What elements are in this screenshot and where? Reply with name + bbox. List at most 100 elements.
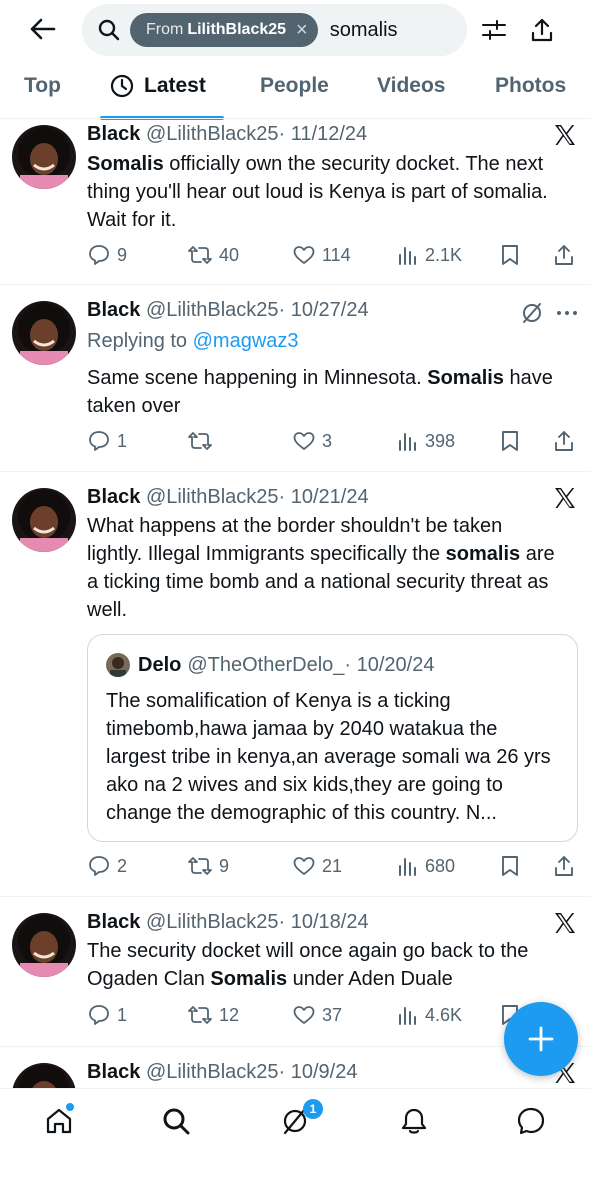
quote-text: The somalification of Kenya is a ticking… (106, 690, 551, 824)
reply-button[interactable]: 1 (87, 1000, 127, 1030)
user-handle[interactable]: @LilithBlack25 (146, 1061, 279, 1083)
repost-button[interactable]: 9 (187, 851, 229, 881)
tab-top[interactable]: Top (24, 74, 61, 98)
user-handle[interactable]: @LilithBlack25 (146, 911, 279, 933)
tweet-text-before: What happens at the border shouldn't be … (87, 515, 503, 565)
reply-button[interactable]: 1 (87, 426, 127, 456)
tweet[interactable]: Black @LilithBlack25· 10/18/24 The secur… (0, 897, 591, 1047)
like-button[interactable]: 21 (292, 851, 342, 881)
back-arrow-icon[interactable] (26, 12, 60, 46)
like-button[interactable]: 37 (292, 1000, 342, 1030)
views-button[interactable]: 2.1K (397, 240, 462, 270)
search-query[interactable]: somalis (330, 19, 398, 42)
bookmark-button[interactable] (499, 426, 527, 456)
explore-search-icon[interactable] (160, 1105, 192, 1137)
views-chart-icon (399, 433, 416, 451)
tweet-date[interactable]: · 10/27/24 (279, 299, 369, 321)
more-options-icon[interactable] (555, 301, 579, 325)
x-logo-icon (553, 911, 577, 935)
repost-button[interactable]: 40 (187, 240, 239, 270)
home-notification-dot (66, 1103, 74, 1111)
avatar[interactable] (12, 1063, 76, 1088)
repost-icon (188, 857, 212, 875)
reply-count: 2 (117, 855, 128, 876)
tweet-actions: 1 3 398 (87, 426, 587, 456)
repost-button[interactable]: 12 (187, 1000, 239, 1030)
reply-count: 1 (117, 1004, 128, 1025)
display-name[interactable]: Black (87, 1061, 140, 1083)
like-count: 3 (322, 430, 333, 451)
share-tweet-button[interactable] (553, 426, 581, 456)
user-handle[interactable]: @LilithBlack25 (146, 299, 279, 321)
reply-button[interactable]: 9 (87, 240, 127, 270)
tweet-date[interactable]: · 10/9/24 (279, 1061, 358, 1083)
filter-settings-icon[interactable] (480, 16, 508, 44)
from-user-filter-chip[interactable]: From LilithBlack25 × (130, 13, 318, 47)
tweet[interactable]: Black @LilithBlack25· 10/27/24 Replying … (0, 285, 591, 472)
search-box[interactable]: From LilithBlack25 × somalis (82, 4, 467, 56)
share-icon[interactable] (528, 16, 556, 44)
tweet-date[interactable]: · 11/12/24 (279, 123, 368, 145)
repost-count: 9 (219, 855, 230, 876)
user-handle[interactable]: @LilithBlack25 (146, 486, 279, 508)
tweet-actions: 9 40 114 2.1K (87, 240, 587, 270)
top-bar: From LilithBlack25 × somalis (0, 0, 591, 60)
reply-icon (89, 856, 109, 876)
tab-photos[interactable]: Photos (495, 74, 566, 98)
tweet[interactable]: Black @LilithBlack25· 10/9/24 (0, 1047, 591, 1088)
tweet-date[interactable]: · 10/21/24 (279, 486, 369, 508)
view-count: 680 (425, 855, 456, 876)
avatar[interactable] (12, 913, 76, 977)
filter-from-label: From (146, 21, 184, 38)
avatar[interactable] (12, 488, 76, 552)
bookmark-icon (502, 856, 518, 876)
quoted-tweet[interactable]: Delo @TheOtherDelo_ · 10/20/24 The somali… (87, 634, 578, 842)
views-button[interactable]: 4.6K (397, 1000, 462, 1030)
tweet-header: Black @LilithBlack25· 10/21/24 (87, 486, 369, 509)
tab-people[interactable]: People (260, 74, 329, 98)
display-name[interactable]: Black (87, 486, 140, 508)
share-tweet-button[interactable] (553, 240, 581, 270)
reply-button[interactable]: 2 (87, 851, 127, 881)
view-count: 2.1K (425, 244, 463, 265)
like-button[interactable]: 114 (292, 240, 351, 270)
view-count: 398 (425, 430, 456, 451)
tweet[interactable]: Black @LilithBlack25· 11/12/24 Somalis o… (0, 119, 591, 285)
search-tabs: Top Latest People Videos Photos (0, 64, 591, 120)
bell-icon[interactable] (398, 1105, 430, 1137)
quote-header: Delo @TheOtherDelo_ · 10/20/24 (106, 653, 434, 677)
user-handle[interactable]: @LilithBlack25 (146, 123, 279, 145)
compose-post-button[interactable] (504, 1002, 578, 1076)
share-tweet-button[interactable] (553, 851, 581, 881)
display-name[interactable]: Black (87, 299, 140, 321)
mention-link[interactable]: @magwaz3 (193, 330, 299, 352)
like-count: 37 (322, 1004, 343, 1025)
like-count: 114 (322, 244, 351, 265)
quote-display-name: Delo (138, 653, 182, 676)
bookmark-button[interactable] (499, 851, 527, 881)
tab-videos[interactable]: Videos (377, 74, 445, 98)
notification-badge: 1 (303, 1099, 323, 1119)
messages-icon[interactable] (515, 1105, 547, 1137)
tweet[interactable]: Black @LilithBlack25· 10/21/24 What happ… (0, 472, 591, 897)
views-chart-icon (399, 858, 416, 876)
display-name[interactable]: Black (87, 123, 140, 145)
heart-icon (293, 246, 315, 264)
repost-icon (188, 246, 212, 264)
grok-icon[interactable] (520, 301, 546, 327)
views-button[interactable]: 398 (397, 426, 455, 456)
replying-to: Replying to @magwaz3 (87, 330, 299, 353)
like-button[interactable]: 3 (292, 426, 332, 456)
tab-latest[interactable]: Latest (110, 74, 206, 98)
views-button[interactable]: 680 (397, 851, 455, 881)
bookmark-button[interactable] (499, 240, 527, 270)
remove-filter-icon[interactable]: × (296, 20, 308, 40)
avatar[interactable] (12, 125, 76, 189)
clock-icon (110, 74, 134, 98)
avatar[interactable] (12, 301, 76, 365)
quote-date: · 10/20/24 (344, 653, 435, 676)
tweet-date[interactable]: · 10/18/24 (279, 911, 369, 933)
repost-button[interactable] (187, 426, 219, 456)
tweet-text: What happens at the border shouldn't be … (87, 512, 557, 624)
display-name[interactable]: Black (87, 911, 140, 933)
